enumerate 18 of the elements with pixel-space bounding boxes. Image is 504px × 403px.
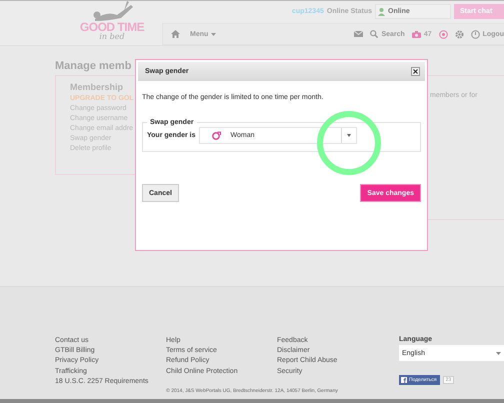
user-icon (378, 8, 385, 16)
home-icon[interactable] (171, 30, 180, 38)
facebook-icon (401, 377, 407, 383)
highlight-circle (317, 111, 381, 175)
logo-tagline: in bed (99, 33, 125, 41)
settings-icon[interactable] (454, 30, 464, 39)
power-icon (470, 30, 480, 39)
close-icon[interactable] (411, 67, 420, 76)
target-icon[interactable] (438, 30, 448, 39)
caret-icon (211, 32, 216, 36)
mail-icon[interactable] (354, 31, 364, 38)
logo-text: GOOD TIME (80, 21, 144, 33)
search-icon (370, 30, 378, 38)
caret-icon (496, 352, 501, 354)
page-title: Manage memb (55, 60, 132, 72)
camera-icon (412, 30, 421, 38)
gender-symbol-icon (212, 131, 220, 140)
caret-icon (346, 134, 350, 137)
